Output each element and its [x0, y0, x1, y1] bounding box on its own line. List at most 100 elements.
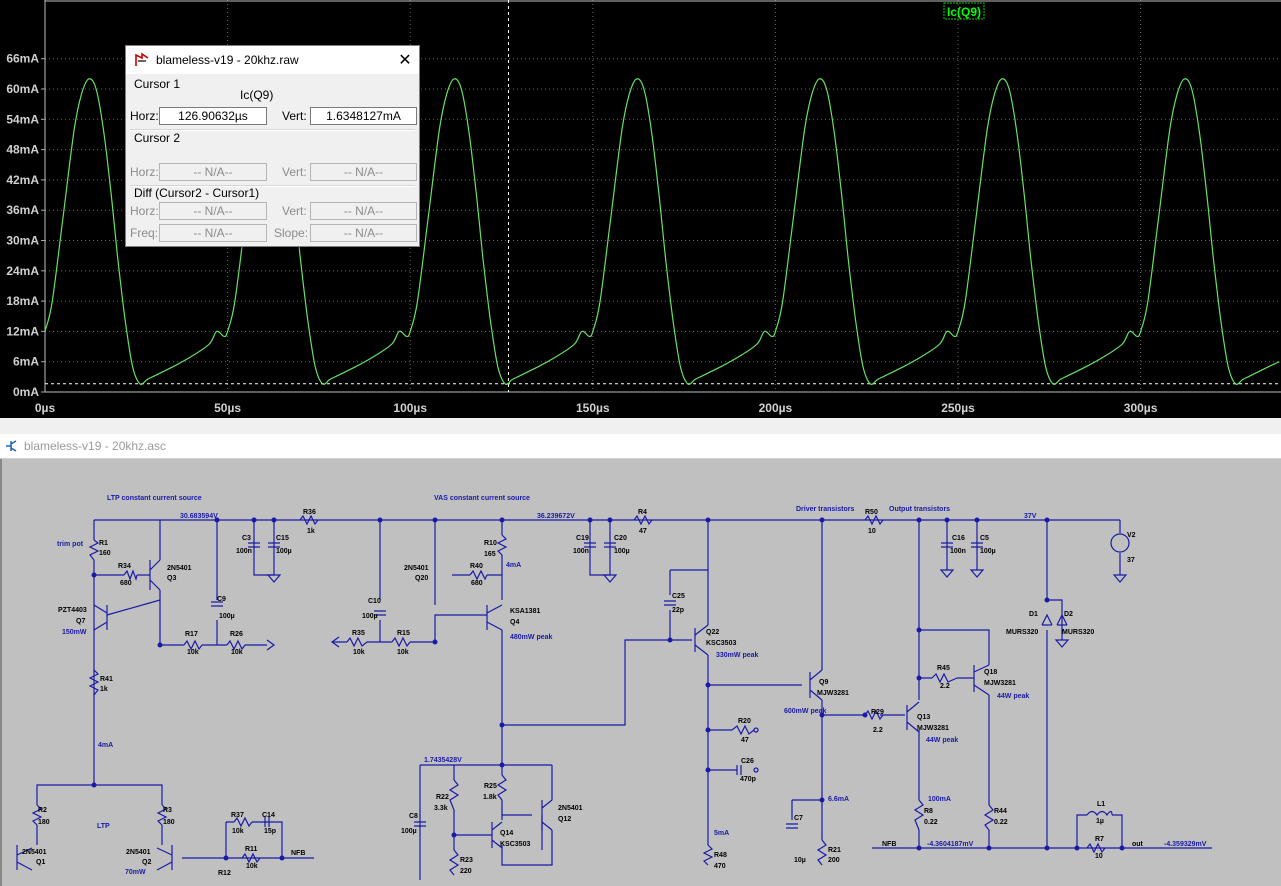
label-r12: R12 [218, 870, 231, 877]
cursor1-horz-label: Horz: [130, 109, 159, 123]
label-r48-val: 470 [714, 863, 726, 870]
diff-freq-label: Freq: [130, 226, 159, 240]
label-q22-type: KSC3503 [706, 640, 736, 647]
cursor2-horz-label: Horz: [130, 165, 159, 179]
label-c9: C9 [217, 596, 226, 603]
label-trim-pot: trim pot [57, 541, 84, 548]
y-tick-label: 42mA [6, 173, 39, 187]
trace-label[interactable]: Ic(Q9) [947, 5, 981, 19]
label-ltp-ccs: LTP constant current source [107, 495, 202, 502]
label-r29: R29 [871, 709, 884, 716]
label-r34: R34 [118, 563, 131, 570]
label-r35: R35 [352, 630, 365, 637]
label-r20: R20 [738, 718, 751, 725]
label-r41-val: 1k [100, 686, 108, 693]
label-v-out: -4.359329mV [1164, 841, 1207, 848]
schematic-titlebar[interactable]: blameless-v19 - 20khz.asc [0, 434, 1281, 459]
label-nfb: NFB [291, 850, 305, 857]
label-r37: R37 [231, 812, 244, 819]
cursor1-vert-field[interactable]: 1.6348127mA [310, 107, 417, 125]
close-icon[interactable]: ✕ [391, 46, 419, 74]
label-c7: C7 [794, 815, 803, 822]
schematic-labels: LTP constant current source VAS constant… [22, 495, 1207, 877]
diff-slope-label: Slope: [274, 226, 309, 240]
y-tick-label: 36mA [6, 203, 39, 217]
label-q3-type: 2N5401 [167, 565, 192, 572]
y-tick-label: 60mA [6, 82, 39, 96]
y-tick-label: 54mA [6, 112, 39, 126]
label-r48: R48 [714, 852, 727, 859]
label-r2-val: 180 [38, 819, 50, 826]
label-r10: R10 [484, 540, 497, 547]
label-q13-type: MJW3281 [917, 725, 949, 732]
cursor1-horz-field[interactable]: 126.90632µs [159, 107, 267, 125]
cursor2-horz-field: -- N/A-- [159, 163, 267, 181]
label-q4: Q4 [510, 619, 519, 626]
y-tick-label: 6mA [13, 355, 39, 369]
x-tick-label: 150µs [576, 401, 610, 415]
label-r25-val: 1.8k [483, 794, 497, 801]
schematic-icon [6, 440, 17, 452]
label-r36: R36 [303, 509, 316, 516]
label-r1-val: 160 [99, 550, 111, 557]
label-r35-val: 10k [353, 649, 365, 656]
label-c14-val: 15p [264, 828, 276, 835]
wire-junctions [91, 517, 1125, 861]
label-nfb-2: NFB [882, 841, 896, 848]
cursor1-vert-label: Vert: [282, 109, 307, 123]
label-q2-power: 70mW [125, 869, 146, 876]
label-r22-val: 3.3k [434, 805, 448, 812]
cursor2-vert-label: Vert: [282, 165, 307, 179]
y-tick-label: 24mA [6, 264, 39, 278]
label-c9-val: 100µ [219, 613, 235, 620]
diff-slope-field: -- N/A-- [310, 224, 417, 242]
label-q14: Q14 [500, 830, 513, 837]
label-c8: C8 [409, 813, 418, 820]
label-r20-val: 47 [741, 737, 749, 744]
label-r21-val: 200 [828, 857, 840, 864]
label-r23: R23 [460, 857, 473, 864]
label-q1-type: 2N5401 [22, 849, 47, 856]
label-r44-val: 0.22 [994, 819, 1008, 826]
label-q13: Q13 [917, 714, 930, 721]
label-l1: L1 [1097, 801, 1105, 808]
schematic-canvas[interactable]: LTP constant current source VAS constant… [0, 459, 1281, 886]
dialog-titlebar[interactable]: blameless-v19 - 20khz.raw ✕ [126, 46, 419, 74]
waveform-viewer[interactable]: 66mA 60mA 54mA 48mA 42mA 36mA 30mA 24mA 18mA 12mA… [0, 0, 1281, 418]
label-q18: Q18 [984, 669, 997, 676]
label-r44: R44 [994, 808, 1007, 815]
label-r3: R3 [163, 807, 172, 814]
label-d2: D2 [1064, 611, 1073, 618]
label-r26-val: 10k [231, 649, 243, 656]
y-tick-label: 18mA [6, 294, 39, 308]
label-r7: R7 [1095, 836, 1104, 843]
y-tick-label: 48mA [6, 143, 39, 157]
label-c5: C5 [980, 535, 989, 542]
label-v-nfb: -4.3604187mV [927, 841, 974, 848]
label-c20-val: 100µ [614, 548, 630, 555]
label-6-6ma: 6.6mA [828, 796, 849, 803]
label-r15-val: 10k [397, 649, 409, 656]
label-q18-power: 44W peak [997, 693, 1029, 700]
label-q4-type: KSA1381 [510, 608, 540, 615]
label-c26: C26 [741, 758, 754, 765]
label-q18-type: MJW3281 [984, 680, 1016, 687]
cursor-dialog[interactable]: blameless-v19 - 20khz.raw ✕ Cursor 1 Ic(… [125, 45, 420, 247]
label-5ma: 5mA [714, 830, 729, 837]
label-c14: C14 [262, 812, 275, 819]
label-v-rail: 37V [1024, 513, 1037, 520]
label-r37-val: 10k [232, 828, 244, 835]
label-100ma: 100mA [928, 796, 951, 803]
label-4ma-b: 4mA [506, 562, 521, 569]
label-q2-type: 2N5401 [126, 849, 151, 856]
pane-divider[interactable] [0, 418, 1281, 434]
schematic-title: blameless-v19 - 20khz.asc [24, 439, 167, 453]
label-c10-val: 100µ [362, 613, 378, 620]
label-q9-type: MJW3281 [817, 690, 849, 697]
label-r50-val: 10 [868, 528, 876, 535]
label-q13-power: 44W peak [926, 737, 958, 744]
label-q7-type: PZT4403 [58, 607, 87, 614]
label-r21: R21 [828, 847, 841, 854]
y-tick-label: 30mA [6, 234, 39, 248]
diff-vert-label: Vert: [282, 204, 307, 218]
